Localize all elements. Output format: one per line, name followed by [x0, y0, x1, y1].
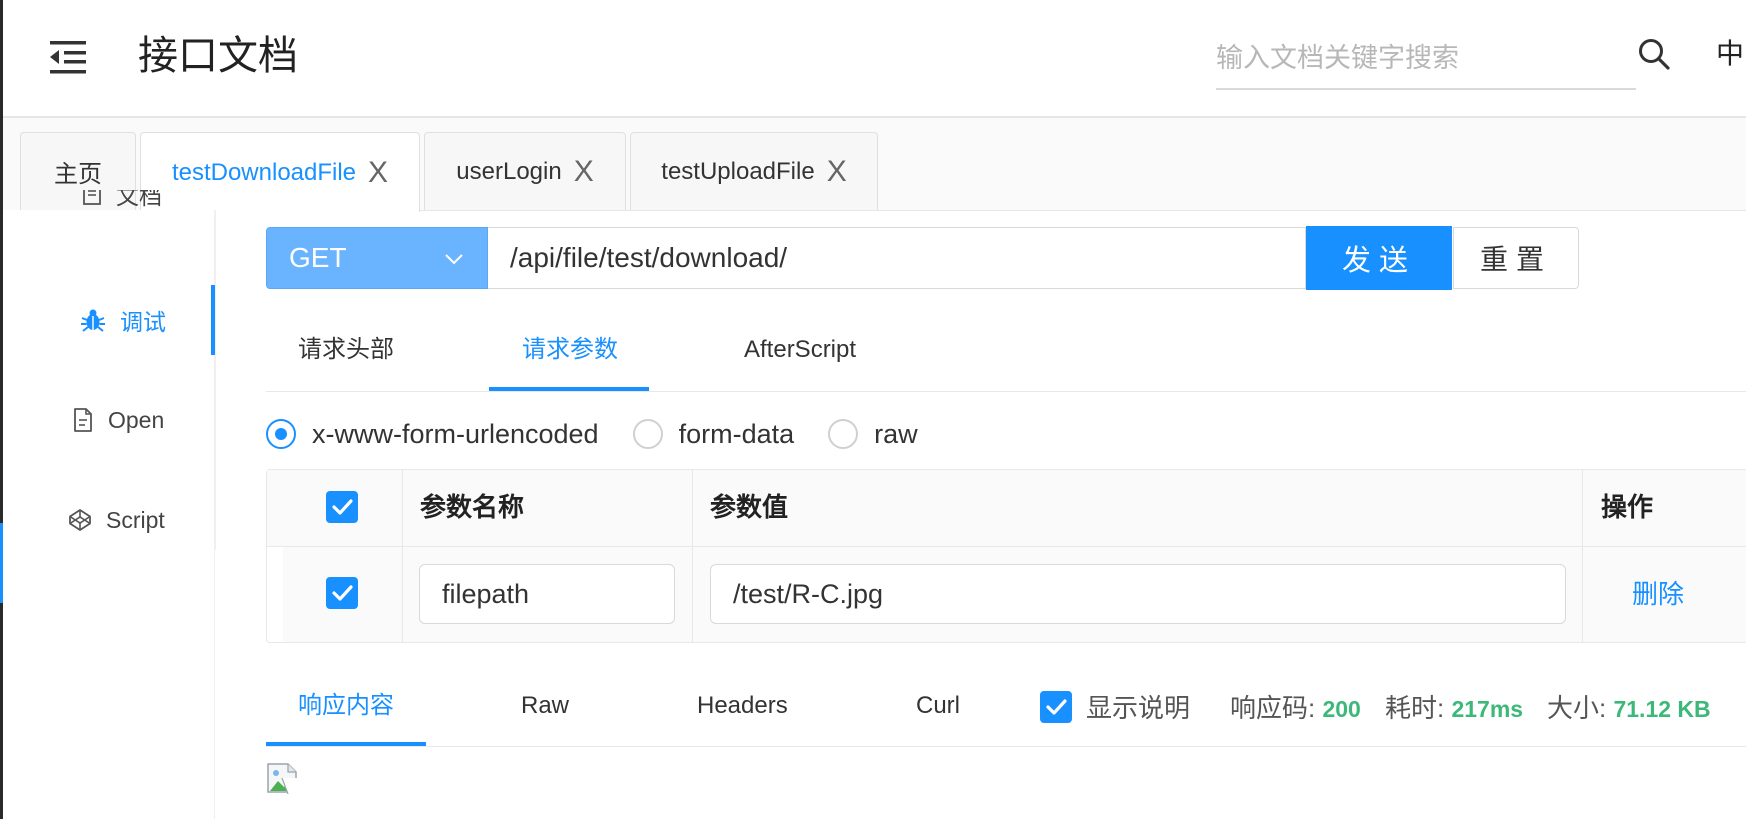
response-tabs-divider: [266, 746, 1746, 747]
param-value-input[interactable]: /test/R-C.jpg: [710, 564, 1566, 624]
tab-response-headers[interactable]: Headers: [697, 686, 788, 726]
status-code-value: 200: [1322, 696, 1361, 722]
tab-label: testUploadFile: [661, 157, 815, 185]
send-button[interactable]: 发送: [1306, 226, 1452, 290]
sidebar-item-doc[interactable]: 文档: [82, 190, 162, 210]
radio-label: x-www-form-urlencoded: [312, 418, 599, 449]
check-icon: [332, 499, 353, 515]
status-code: 响应码: 200: [1230, 688, 1361, 729]
check-icon: [332, 585, 353, 601]
radio-label: raw: [874, 418, 918, 449]
document-icon: [83, 190, 101, 205]
language-switch[interactable]: 中: [1716, 34, 1744, 74]
close-icon[interactable]: X: [574, 156, 594, 187]
method-select[interactable]: GET: [266, 227, 488, 289]
url-input[interactable]: /api/file/test/download/: [488, 227, 1306, 289]
radio-x-www-form-urlencoded[interactable]: x-www-form-urlencoded: [266, 419, 599, 450]
codepen-icon: [69, 509, 91, 531]
tab-response-content[interactable]: 响应内容: [298, 686, 394, 726]
column-header-action: 操作: [1601, 492, 1654, 522]
radio-empty-icon: [632, 419, 663, 449]
broken-image-icon: [266, 762, 298, 795]
bug-icon: [81, 309, 105, 332]
param-name-value: filepath: [442, 578, 530, 609]
tab-afterscript[interactable]: AfterScript: [744, 330, 856, 370]
radio-raw[interactable]: raw: [828, 419, 918, 450]
sidebar-item-label: Script: [106, 506, 165, 533]
search-box: [1216, 32, 1636, 90]
radio-empty-icon: [828, 419, 859, 449]
sidebar-item-script[interactable]: Script: [68, 500, 165, 540]
tab-request-params[interactable]: 请求参数: [522, 330, 618, 370]
sidebar-item-label: 调试: [120, 309, 166, 335]
show-description-toggle[interactable]: 显示说明: [1040, 688, 1190, 725]
radio-form-data[interactable]: form-data: [632, 418, 795, 450]
close-icon[interactable]: X: [827, 156, 847, 187]
status-code-label: 响应码:: [1230, 693, 1316, 723]
sidebar-item-label: Open: [108, 406, 165, 433]
sidebar-active-indicator: [211, 285, 215, 355]
sidebar-divider-lower: [214, 550, 215, 819]
table-column-divider: [1582, 470, 1583, 642]
radio-label: form-data: [678, 418, 795, 449]
param-value-value: /test/R-C.jpg: [733, 578, 884, 609]
close-icon[interactable]: X: [368, 157, 388, 188]
check-icon: [1046, 698, 1067, 715]
sidebar-item-label: 文档: [116, 190, 162, 209]
radio-selected-icon: [266, 419, 296, 449]
response-size-value: 71.12 KB: [1613, 696, 1711, 722]
response-time-label: 耗时:: [1385, 693, 1445, 723]
tab-label: userLogin: [456, 157, 562, 185]
response-size-label: 大小:: [1547, 693, 1607, 723]
tab-testuploadfile[interactable]: testUploadFile X: [630, 132, 878, 210]
show-description-label: 显示说明: [1086, 693, 1191, 723]
column-header-name: 参数名称: [420, 492, 525, 522]
search-icon[interactable]: [1636, 36, 1672, 72]
table-column-divider: [402, 470, 403, 642]
response-tabs-ink-bar: [266, 742, 426, 746]
response-time-value: 217ms: [1451, 696, 1524, 722]
tab-request-headers[interactable]: 请求头部: [298, 330, 394, 370]
show-description-checkbox[interactable]: [1040, 690, 1072, 723]
select-all-checkbox[interactable]: [326, 491, 358, 523]
request-tabs-divider: [266, 391, 1746, 392]
response-size: 大小: 71.12 KB: [1547, 688, 1711, 729]
tab-response-curl[interactable]: Curl: [916, 686, 960, 726]
sidebar-divider: [214, 210, 216, 550]
delete-link[interactable]: 删除: [1632, 574, 1684, 614]
sidebar-clip: 文档: [0, 190, 214, 210]
column-header-value: 参数值: [710, 492, 789, 522]
search-input[interactable]: [1216, 32, 1636, 84]
table-column-divider: [692, 470, 693, 642]
menu-fold-icon[interactable]: [48, 38, 92, 76]
method-value: GET: [289, 242, 347, 273]
sidebar-item-debug[interactable]: 调试: [80, 300, 166, 340]
response-time: 耗时: 217ms: [1385, 688, 1523, 729]
row-checkbox[interactable]: [326, 577, 358, 609]
body-type-radio-group: x-www-form-urlencoded form-data raw: [266, 414, 952, 454]
page-title: 接口文档: [138, 34, 298, 78]
sidebar-item-open[interactable]: Open: [72, 400, 164, 440]
tab-userlogin[interactable]: userLogin X: [424, 132, 626, 210]
tab-response-raw[interactable]: Raw: [521, 686, 569, 726]
reset-button[interactable]: 重置: [1453, 227, 1579, 289]
param-name-input[interactable]: filepath: [419, 564, 675, 624]
url-value: /api/file/test/download/: [510, 242, 788, 273]
file-icon: [74, 408, 92, 432]
tab-label: testDownloadFile: [171, 158, 357, 186]
tab-label: 主页: [54, 161, 102, 188]
chevron-down-icon: [445, 254, 463, 265]
request-tabs-ink-bar: [489, 387, 649, 391]
